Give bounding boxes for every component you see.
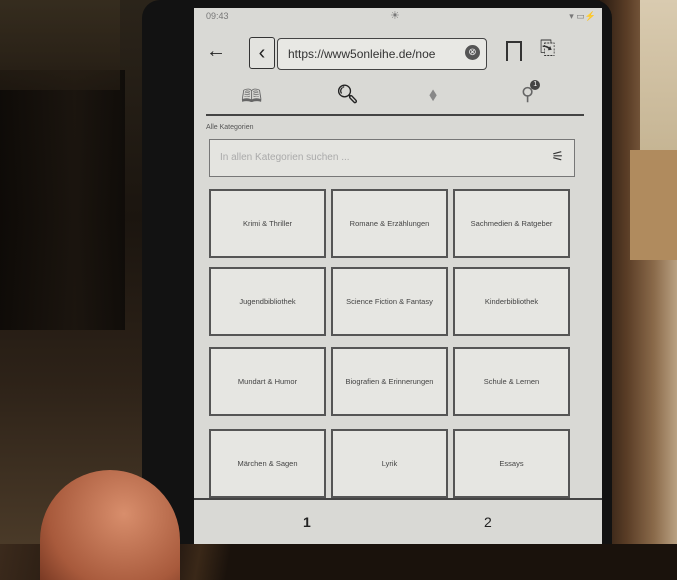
share-icon[interactable]: ⎘: [540, 38, 555, 60]
category-tile[interactable]: Romane & Erzählungen: [331, 189, 448, 258]
browser-toolbar: ← ‹ https://www5onleihe.de/noe ⊗ ⎘: [194, 34, 602, 76]
ereader-screen: 09:43 ☀ ▾ ▭⚡ ← ‹ https://www5onleihe.de/…: [194, 8, 602, 544]
status-bar: 09:43 ☀ ▾ ▭⚡: [194, 8, 602, 24]
back-arrow-icon[interactable]: ←: [206, 40, 226, 63]
battery-icon: ▾ ▭⚡: [569, 11, 596, 21]
book-icon[interactable]: 🕮: [241, 84, 262, 114]
url-text: https://www5onleihe.de/noe: [288, 47, 436, 61]
category-tile[interactable]: Lyrik: [331, 429, 448, 498]
notification-badge: 1: [530, 80, 541, 90]
category-tile[interactable]: Sachmedien & Ratgeber: [453, 189, 570, 258]
pagination: 1 2: [194, 498, 602, 544]
categories-label: Alle Kategorien: [206, 124, 254, 131]
filter-icon[interactable]: ⚟: [551, 148, 564, 165]
category-tile[interactable]: Jugendbibliothek: [209, 267, 326, 336]
category-tile[interactable]: Mundart & Humor: [209, 347, 326, 416]
status-time: 09:43: [206, 11, 229, 21]
back-button[interactable]: ‹: [249, 37, 275, 69]
search-icon[interactable]: 🔍︎: [336, 84, 359, 105]
category-search-input[interactable]: In allen Kategorien suchen ... ⚟: [209, 139, 575, 177]
page-2-button[interactable]: 2: [484, 514, 492, 530]
category-tile[interactable]: Science Fiction & Fantasy: [331, 267, 448, 336]
background-left: [0, 0, 160, 544]
category-tile[interactable]: Märchen & Sagen: [209, 429, 326, 498]
search-placeholder: In allen Kategorien suchen ...: [220, 152, 350, 163]
page-1-button[interactable]: 1: [303, 514, 311, 530]
user-icon[interactable]: ⚲ 1: [521, 80, 541, 105]
frontlight-icon[interactable]: ☀: [390, 9, 400, 22]
onleihe-tabs: 🕮 🔍︎ ⬧ ⚲ 1: [206, 78, 584, 116]
category-tile[interactable]: Kinderbibliothek: [453, 267, 570, 336]
clear-url-icon[interactable]: ⊗: [465, 45, 480, 60]
bookmark-icon[interactable]: [506, 41, 522, 67]
category-tile[interactable]: Essays: [453, 429, 570, 498]
category-tile[interactable]: Biografien & Erinnerungen: [331, 347, 448, 416]
category-tile[interactable]: Krimi & Thriller: [209, 189, 326, 258]
url-bar[interactable]: https://www5onleihe.de/noe ⊗: [277, 38, 487, 70]
tag-icon[interactable]: ⬧: [429, 84, 437, 105]
category-tile[interactable]: Schule & Lernen: [453, 347, 570, 416]
